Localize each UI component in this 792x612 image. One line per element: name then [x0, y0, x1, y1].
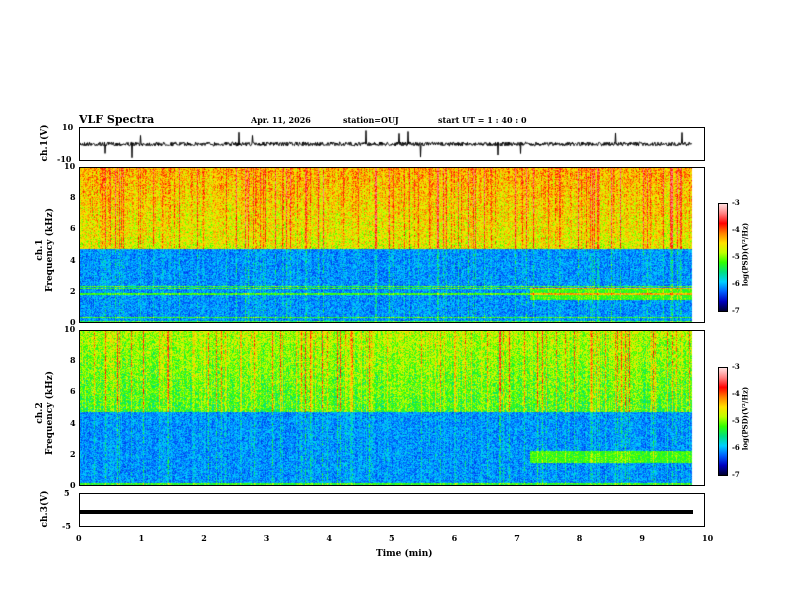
colorbar-2-tick: -7	[732, 470, 740, 479]
x-tick-label: 3	[263, 533, 270, 543]
x-tick-label: 5	[389, 533, 395, 543]
colorbar-1-tick: -5	[732, 252, 740, 261]
ch2-spectrogram-frame	[79, 330, 705, 486]
ch3-trace	[80, 510, 693, 514]
spec2-channel: ch.2	[35, 402, 45, 424]
s2-ytick-label: 6	[70, 386, 76, 397]
x-tick-label: 7	[514, 533, 520, 543]
ch3-ytick-max: 5	[64, 488, 70, 498]
colorbar-1-tick: -4	[732, 225, 740, 234]
s1-ytick-label: 8	[70, 192, 76, 203]
x-tick-label: 9	[639, 533, 645, 543]
x-tick-label: 10	[702, 533, 714, 543]
s2-ytick-label: 4	[70, 417, 76, 428]
colorbar-1-tick: -6	[732, 279, 740, 288]
start-time-label: start UT = 1 : 40 : 0	[438, 115, 527, 125]
x-tick-label: 0	[76, 533, 82, 543]
s1-ytick-label: 4	[70, 254, 76, 265]
spec2-axis-label: ch.2 Frequency (kHz)	[35, 368, 55, 458]
x-axis-label: Time (min)	[376, 549, 433, 559]
ch1-axis-label: ch.1(V)	[40, 124, 50, 162]
ch3-axis-label: ch.3(V)	[40, 490, 50, 528]
colorbar-1-tick: -7	[732, 306, 740, 315]
chart-title: VLF Spectra	[79, 113, 155, 126]
colorbar-2-tick: -6	[732, 443, 740, 452]
s1-ytick-label: 10	[64, 161, 76, 171]
s2-ytick-label: 2	[70, 448, 76, 459]
x-tick-label: 8	[576, 533, 583, 543]
colorbar-1	[718, 203, 728, 312]
spec1-channel: ch.1	[35, 239, 45, 261]
colorbar-1-label: log(PSD)(V²/Hz)	[740, 222, 750, 287]
colorbar-1-tick: -3	[732, 198, 740, 207]
station-label: station=OUJ	[343, 115, 399, 125]
x-tick-label: 4	[326, 533, 332, 543]
s2-ytick-label: 0	[70, 480, 76, 490]
date-label: Apr. 11, 2026	[251, 115, 311, 125]
x-tick-label: 2	[201, 533, 207, 543]
colorbar-2	[718, 367, 728, 476]
ch1-waveform	[79, 127, 705, 161]
x-tick-label: 6	[451, 533, 458, 543]
ch3-panel	[79, 493, 705, 527]
colorbar-2-tick: -5	[732, 416, 740, 425]
spec1-axis-label: ch.1 Frequency (kHz)	[35, 205, 55, 295]
colorbar-2-tick: -3	[732, 362, 740, 371]
s1-ytick-label: 2	[70, 285, 76, 296]
spec2-freq-label: Frequency (kHz)	[45, 371, 55, 456]
ch1-spectrogram-frame	[79, 167, 705, 323]
ch1-ytick-max: 10	[62, 122, 74, 132]
colorbar-2-tick: -4	[732, 389, 740, 398]
s2-ytick-label: 8	[70, 355, 76, 366]
x-tick-label: 1	[138, 533, 145, 543]
colorbar-2-label: log(PSD)(V²/Hz)	[740, 386, 750, 451]
s1-ytick-label: 6	[70, 223, 76, 234]
spec1-freq-label: Frequency (kHz)	[45, 208, 55, 293]
s2-ytick-label: 10	[64, 324, 76, 334]
ch3-ytick-min: -5	[62, 521, 71, 531]
